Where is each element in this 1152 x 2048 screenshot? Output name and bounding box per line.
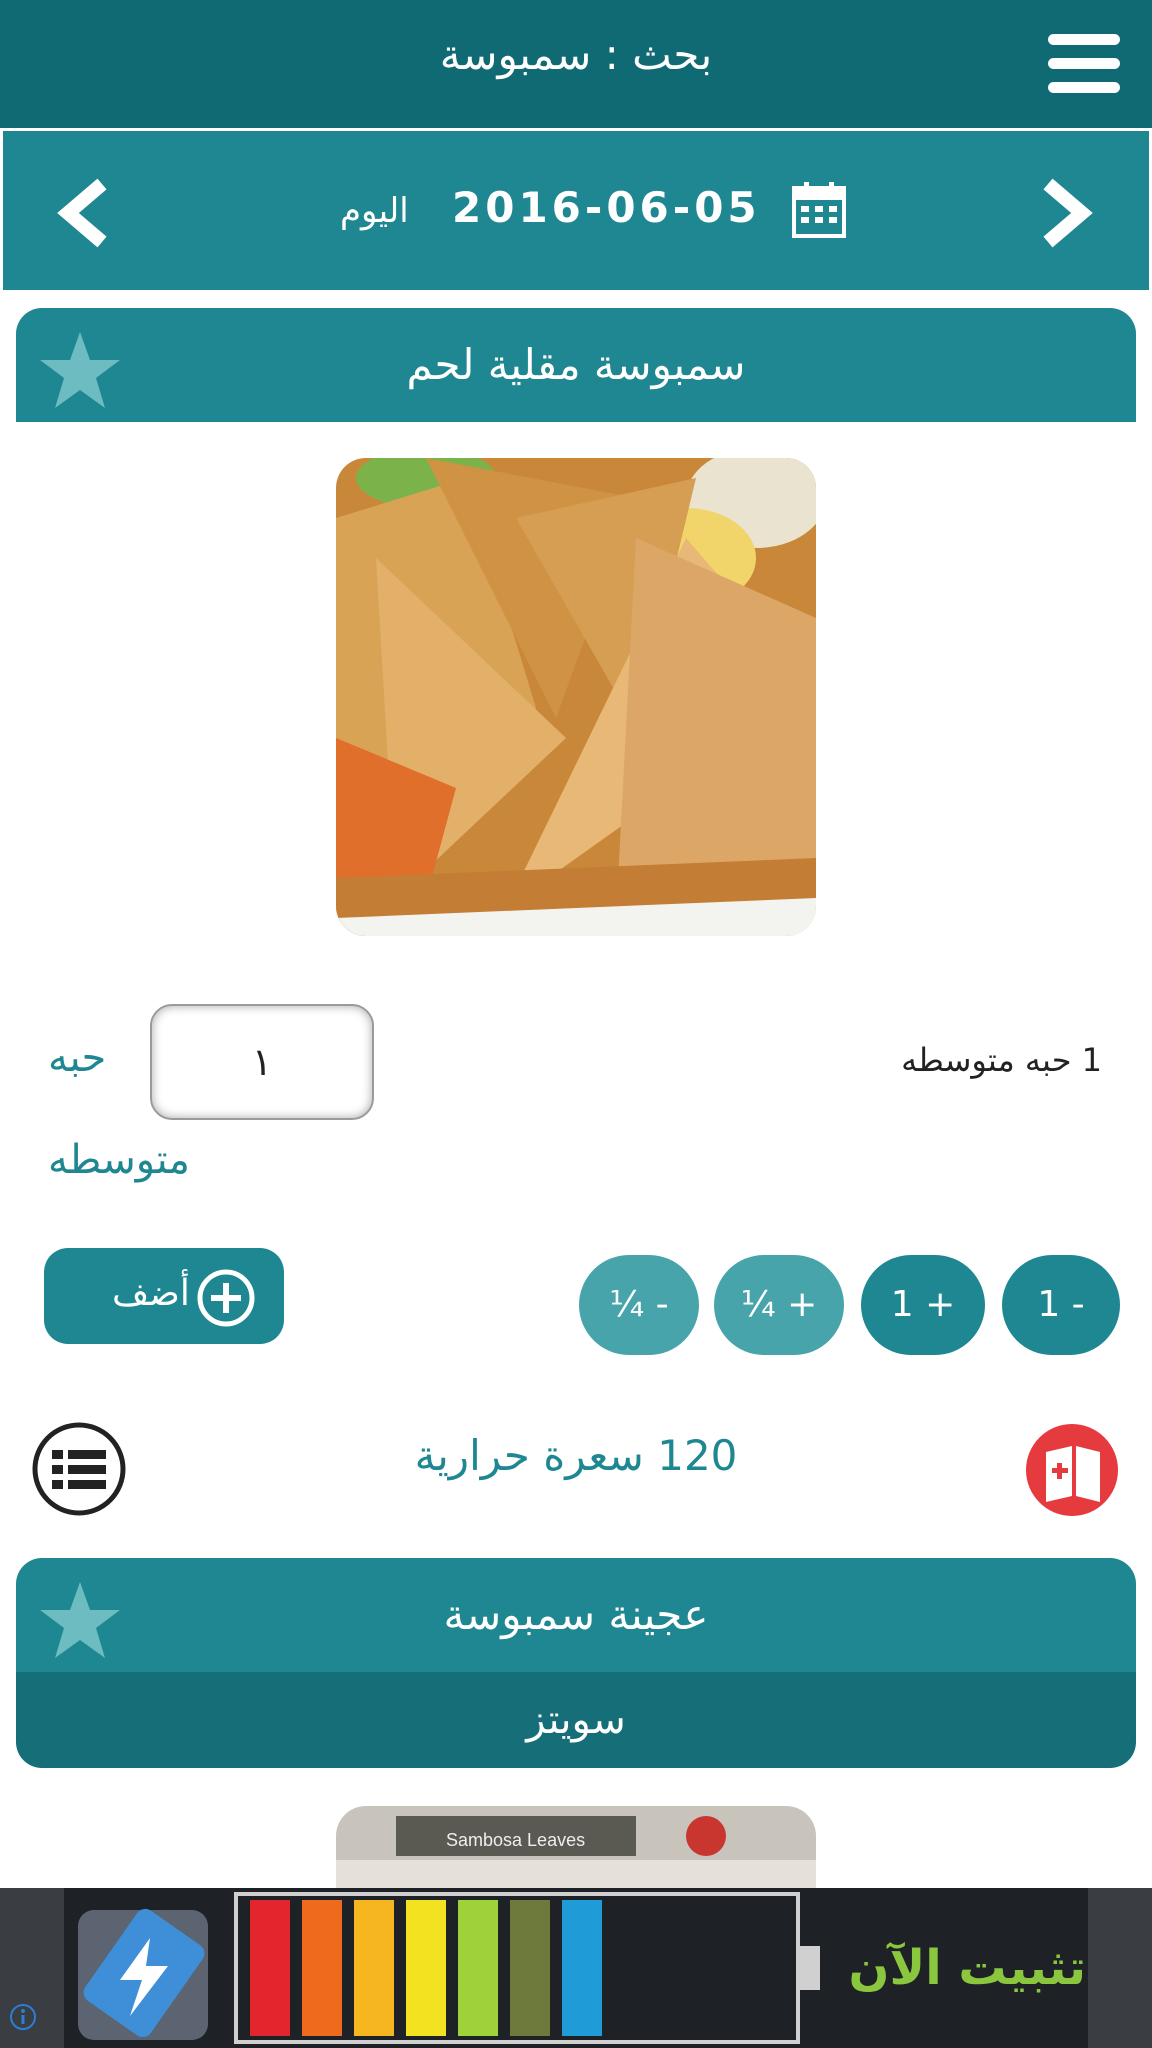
calendar-icon[interactable] <box>792 182 846 238</box>
quantity-input[interactable] <box>150 1004 374 1120</box>
food-image <box>336 458 816 936</box>
food-title-2[interactable]: عجينة سمبوسة <box>16 1558 1136 1672</box>
selected-date[interactable]: 2016-06-05 <box>452 178 761 238</box>
portion-description: 1 حبه متوسطه <box>901 1041 1102 1079</box>
food-title[interactable]: سمبوسة مقلية لحم <box>16 308 1136 422</box>
chevron-right-icon[interactable] <box>1030 178 1100 248</box>
food-image-2: Sambosa Leaves <box>336 1806 816 1890</box>
add-button-label: أضف <box>112 1273 190 1314</box>
chevron-left-icon[interactable] <box>50 178 120 248</box>
menu-icon[interactable] <box>1048 34 1120 94</box>
info-icon[interactable] <box>8 2002 38 2032</box>
increase-one-button[interactable]: 1 + <box>861 1255 985 1355</box>
today-label[interactable]: اليوم <box>340 182 409 240</box>
package-label: Sambosa Leaves <box>446 1830 585 1850</box>
decrease-one-button[interactable]: 1 - <box>1002 1255 1120 1355</box>
brand-name: سويتز <box>526 1697 626 1743</box>
increase-quarter-button[interactable]: ¼ + <box>714 1255 844 1355</box>
ad-install-cta[interactable]: تثبيت الآن <box>849 1928 1087 2008</box>
diary-add-icon[interactable] <box>1024 1422 1120 1518</box>
add-button[interactable]: أضف <box>44 1248 284 1344</box>
unit-label: حبه <box>48 1035 107 1081</box>
plus-circle-icon <box>197 1269 255 1327</box>
unit-label-size: متوسطه <box>48 1137 190 1183</box>
battery-app-icon <box>78 1908 208 2040</box>
star-icon[interactable] <box>38 328 122 412</box>
page-title: بحث : سمبوسة <box>439 30 713 79</box>
list-icon[interactable] <box>32 1422 126 1516</box>
star-icon[interactable] <box>38 1578 122 1662</box>
calories-value: 120 سعرة حرارية <box>414 1431 738 1480</box>
decrease-quarter-button[interactable]: ¼ - <box>579 1255 699 1355</box>
